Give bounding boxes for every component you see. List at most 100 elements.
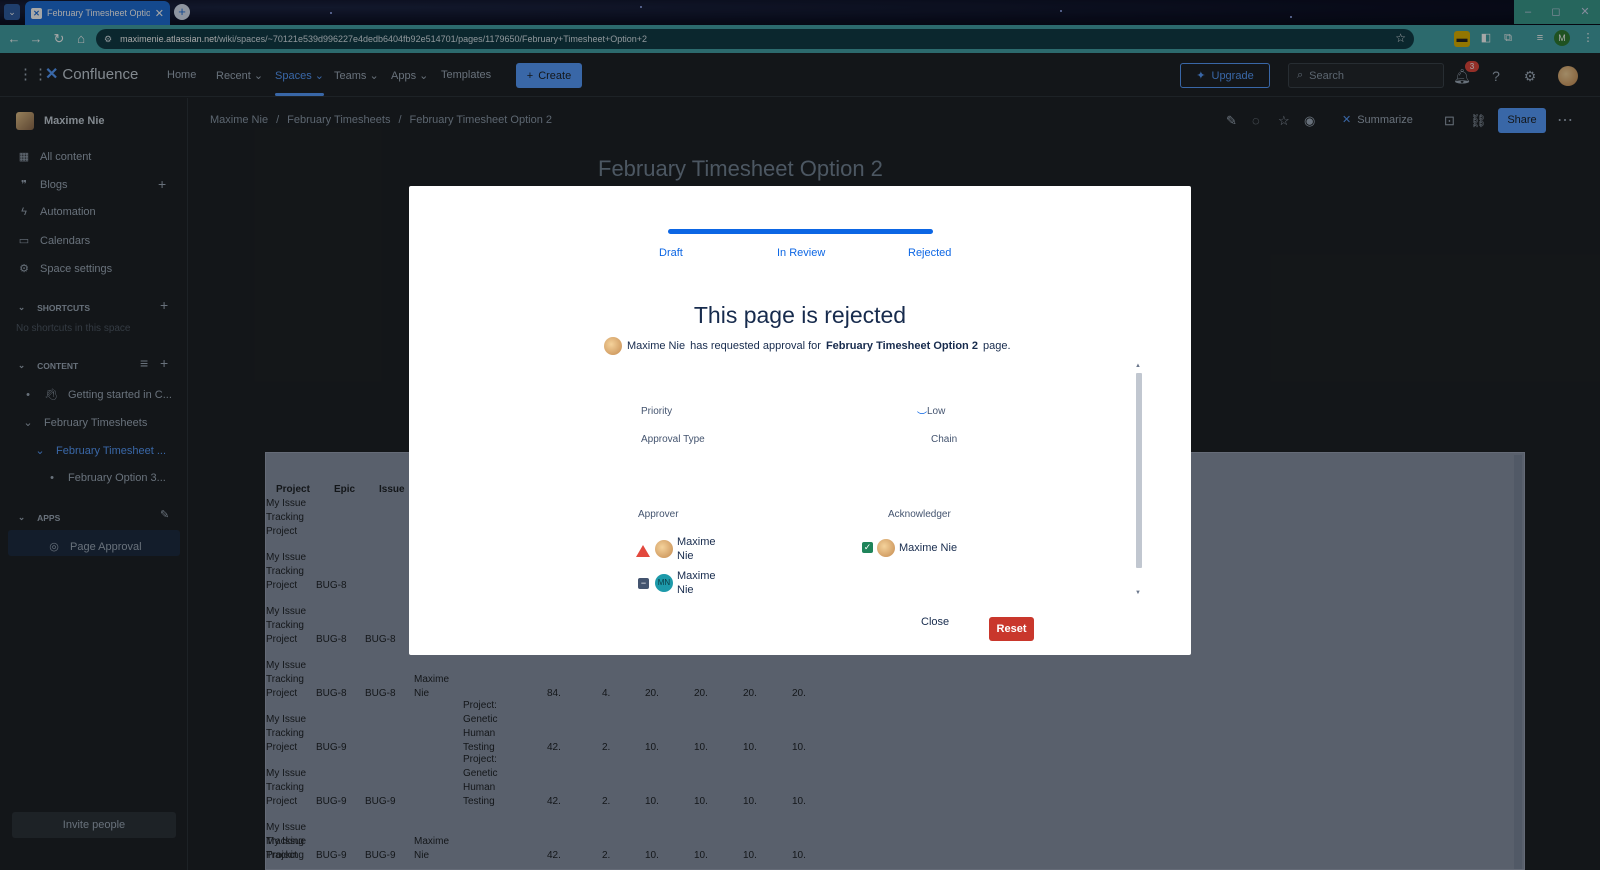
content-section-header[interactable]: ⌄ CONTENT: [18, 360, 78, 371]
nav-apps[interactable]: Apps ⌄: [391, 69, 428, 82]
profile-avatar[interactable]: M: [1554, 30, 1570, 46]
create-button[interactable]: + Create: [516, 63, 582, 88]
settings-gear-icon[interactable]: ⚙: [1521, 67, 1539, 85]
browser-menu-icon[interactable]: ⋮: [1580, 30, 1596, 46]
scroll-up-icon[interactable]: ▲: [1135, 363, 1141, 369]
confluence-logo[interactable]: ✕ Confluence: [45, 64, 138, 84]
table-cell-number: 10.: [645, 742, 659, 753]
table-scrollbar[interactable]: [1514, 455, 1522, 869]
table-cell-number: 42.: [547, 796, 561, 807]
star-icon[interactable]: ☆: [1278, 113, 1290, 129]
table-cell-number: 10.: [645, 850, 659, 861]
add-content-icon[interactable]: +: [160, 355, 168, 371]
calendar-icon: ▭: [18, 235, 30, 247]
breadcrumb-parent[interactable]: February Timesheets: [287, 114, 390, 126]
invite-people-button[interactable]: Invite people: [12, 812, 176, 838]
window-maximize-button[interactable]: ◻: [1542, 0, 1570, 24]
forward-icon[interactable]: →: [25, 31, 47, 46]
nav-home[interactable]: Home: [167, 69, 196, 81]
extension-puzzle-icon[interactable]: ◧: [1478, 30, 1494, 46]
reload-icon[interactable]: ↻: [48, 31, 70, 47]
breadcrumb-space[interactable]: Maxime Nie: [210, 114, 268, 126]
table-cell-project: Project: [266, 526, 298, 537]
window-close-button[interactable]: ✕: [1570, 0, 1600, 24]
table-cell-number: 10.: [645, 796, 659, 807]
more-actions-icon[interactable]: ⋯: [1557, 110, 1573, 130]
table-cell-number: 10.: [792, 850, 806, 861]
scroll-thumb[interactable]: [1136, 373, 1142, 568]
table-cell-number: 2.: [602, 742, 611, 753]
sidebar-item-automation[interactable]: ϟ Automation: [18, 206, 96, 218]
edit-apps-icon[interactable]: ✎: [160, 508, 169, 521]
chevron-down-icon: ⌄: [35, 445, 45, 457]
url-domain: maximenie.atlassian.net: [120, 34, 217, 44]
table-cell-assignee: Maxime Nie: [414, 674, 450, 699]
user-avatar[interactable]: [1558, 66, 1578, 86]
browser-address-bar: ← → ↻ ⌂ ⚙ maximenie.atlassian.net /wiki/…: [0, 25, 1600, 53]
breadcrumb: Maxime Nie / February Timesheets / Febru…: [210, 114, 552, 126]
space-header[interactable]: Maxime Nie: [16, 112, 105, 130]
back-icon[interactable]: ←: [3, 31, 25, 46]
tab-close-icon[interactable]: ✕: [155, 7, 164, 20]
table-cell-number: 84.: [547, 688, 561, 699]
share-button[interactable]: Share: [1498, 108, 1546, 133]
nav-spaces[interactable]: Spaces ⌄: [275, 69, 324, 96]
help-icon[interactable]: ?: [1487, 67, 1505, 85]
url-input[interactable]: ⚙ maximenie.atlassian.net /wiki/spaces/~…: [96, 29, 1414, 49]
extensions-icon[interactable]: ⧉: [1500, 30, 1516, 46]
sidebar-item-space-settings[interactable]: ⚙ Space settings: [18, 262, 112, 276]
add-shortcut-icon[interactable]: +: [160, 297, 168, 313]
tree-item-getting-started[interactable]: • 👋︎ Getting started in C...: [22, 388, 172, 402]
nav-templates[interactable]: Templates: [441, 69, 491, 81]
app-switcher-icon[interactable]: ⋮⋮: [18, 67, 48, 83]
nav-recent[interactable]: Recent ⌄: [216, 69, 263, 82]
site-info-icon[interactable]: ⚙: [104, 34, 112, 45]
nav-teams[interactable]: Teams ⌄: [334, 69, 379, 82]
confluence-mark-icon: ✕: [45, 66, 59, 83]
bookmark-star-icon[interactable]: ☆: [1395, 31, 1406, 45]
sidebar-app-page-approval[interactable]: ◎ Page Approval: [48, 540, 141, 554]
details-scrollbar[interactable]: ▲ ▼: [1134, 363, 1143, 599]
sidebar-item-all-content[interactable]: ▦ All content: [18, 150, 92, 164]
upgrade-button[interactable]: ✦ Upgrade: [1180, 63, 1270, 88]
browser-tab-active[interactable]: ✕ February Timesheet Option 2 ✕: [25, 1, 170, 25]
acknowledged-check-icon: ✓: [862, 542, 873, 553]
tab-search-chevron-icon[interactable]: ⌄: [4, 4, 20, 20]
filter-icon[interactable]: ≡: [140, 355, 148, 371]
approval-dialog: Draft In Review Rejected This page is re…: [409, 186, 1191, 655]
edit-pencil-icon[interactable]: ✎: [1226, 113, 1237, 129]
extension-icon[interactable]: ▬: [1454, 31, 1470, 47]
sidebar-item-blogs[interactable]: ❞ Blogs: [18, 178, 68, 192]
summarize-button[interactable]: ✕ Summarize: [1342, 113, 1413, 127]
close-button[interactable]: Close: [921, 616, 949, 628]
tab-groups-icon[interactable]: ≡: [1532, 30, 1548, 46]
pending-status-icon: −: [638, 578, 649, 589]
table-cell-number: 4.: [602, 688, 611, 699]
tree-item-february-timesheet-option-2[interactable]: ⌄ February Timesheet ...: [34, 444, 166, 458]
add-blog-icon[interactable]: +: [158, 176, 166, 192]
sidebar-item-calendars[interactable]: ▭ Calendars: [18, 234, 90, 248]
watch-eye-icon[interactable]: ◉: [1304, 113, 1315, 129]
reset-button[interactable]: Reset: [989, 617, 1034, 641]
scroll-down-icon[interactable]: ▼: [1135, 590, 1141, 596]
restrictions-lock-icon[interactable]: ⊡: [1444, 113, 1455, 129]
search-input[interactable]: ⌕ Search: [1288, 63, 1444, 88]
sparkle-icon: ✦: [1196, 70, 1206, 82]
shortcuts-section-header[interactable]: ⌄ SHORTCUTS: [18, 302, 90, 313]
breadcrumb-current[interactable]: February Timesheet Option 2: [410, 114, 552, 126]
table-cell-description: Project: Genetic Human Testing: [463, 700, 498, 753]
home-icon[interactable]: ⌂: [70, 31, 92, 46]
bullet-icon: •: [50, 472, 54, 484]
table-cell-project: Tracking: [266, 674, 304, 685]
all-content-icon: ▦: [18, 151, 30, 163]
window-minimize-button[interactable]: –: [1514, 0, 1542, 24]
apps-section-header[interactable]: ⌄ APPS: [18, 512, 60, 523]
tree-item-february-option-3[interactable]: • February Option 3...: [46, 472, 166, 484]
table-cell-epic: BUG-9: [316, 796, 347, 807]
comment-icon[interactable]: ◌: [1252, 113, 1260, 128]
new-tab-button[interactable]: +: [174, 4, 190, 20]
tree-item-february-timesheets[interactable]: ⌄ February Timesheets: [22, 416, 147, 430]
copy-link-icon[interactable]: ⛓: [1470, 113, 1487, 129]
browser-tab-title: February Timesheet Option 2: [47, 8, 150, 18]
table-cell-epic: BUG-9: [316, 742, 347, 753]
